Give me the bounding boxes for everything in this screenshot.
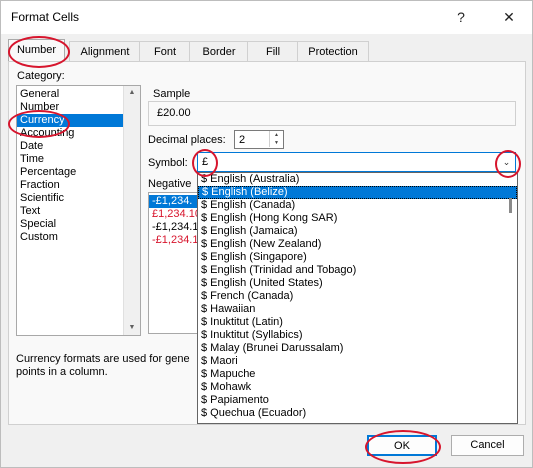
window-title: Format Cells	[11, 10, 80, 24]
decimal-places-stepper[interactable]: 2 ▲ ▼	[234, 130, 284, 149]
symbol-option[interactable]: $ Mapuche	[198, 368, 517, 381]
symbol-value: £	[202, 156, 209, 168]
symbol-option[interactable]: $ Maori	[198, 355, 517, 368]
symbol-option[interactable]: $ Malay (Brunei Darussalam)	[198, 342, 517, 355]
symbol-option[interactable]: $ English (New Zealand)	[198, 238, 517, 251]
sample-box: £20.00	[148, 101, 516, 126]
tab-number[interactable]: Number	[8, 39, 65, 63]
decimal-places-value: 2	[239, 134, 246, 146]
category-item-number[interactable]: Number	[17, 101, 140, 114]
description-line-2: points in a column.	[16, 366, 108, 378]
category-item-time[interactable]: Time	[17, 153, 140, 166]
symbol-option[interactable]: $ English (Singapore)	[198, 251, 517, 264]
spin-buttons[interactable]: ▲ ▼	[269, 131, 283, 147]
tab-protection[interactable]: Protection	[297, 41, 369, 62]
category-item-percentage[interactable]: Percentage	[17, 166, 140, 179]
scroll-down-icon[interactable]: ▼	[124, 321, 140, 335]
description-line-1: Currency formats are used for gene	[16, 353, 190, 365]
ok-button[interactable]: OK	[367, 435, 437, 456]
category-item-custom[interactable]: Custom	[17, 231, 140, 244]
symbol-option[interactable]: $ English (Australia)	[198, 173, 517, 186]
tab-font[interactable]: Font	[139, 41, 191, 62]
category-label: Category:	[17, 70, 65, 82]
tab-alignment[interactable]: Alignment	[69, 41, 141, 62]
category-item-scientific[interactable]: Scientific	[17, 192, 140, 205]
category-item-currency[interactable]: Currency	[17, 114, 140, 127]
sample-label: Sample	[153, 88, 191, 100]
symbol-option-highlighted[interactable]: $ English (Belize)	[198, 186, 517, 199]
decimal-places-label: Decimal places:	[148, 134, 226, 146]
category-list[interactable]: General Number Currency Accounting Date …	[16, 85, 141, 336]
symbol-option[interactable]: $ French (Canada)	[198, 290, 517, 303]
sample-value: £20.00	[157, 107, 191, 119]
symbol-select[interactable]: £ ⌄	[197, 152, 516, 172]
category-item-text[interactable]: Text	[17, 205, 140, 218]
category-item-fraction[interactable]: Fraction	[17, 179, 140, 192]
negative-numbers-list[interactable]: -£1,234. £1,234.10 -£1,234.1 -£1,234.1	[148, 192, 199, 334]
title-bar: Format Cells ? ✕	[1, 1, 532, 34]
tab-fill[interactable]: Fill	[247, 41, 299, 62]
symbol-label: Symbol:	[148, 157, 188, 169]
symbol-option[interactable]: $ English (Trinidad and Tobago)	[198, 264, 517, 277]
negative-format-3[interactable]: -£1,234.1	[149, 221, 199, 234]
symbol-option[interactable]: $ Papiamento	[198, 394, 517, 407]
category-scrollbar[interactable]: ▲ ▼	[123, 86, 140, 335]
symbol-option[interactable]: $ Inuktitut (Syllabics)	[198, 329, 517, 342]
chevron-down-icon[interactable]: ⌄	[498, 153, 515, 173]
negative-format-4[interactable]: -£1,234.1	[149, 234, 199, 247]
close-button[interactable]: ✕	[486, 1, 532, 34]
negative-format-1[interactable]: -£1,234.	[149, 195, 199, 208]
dropdown-scroll-thumb[interactable]	[509, 198, 512, 213]
scroll-up-icon[interactable]: ▲	[124, 86, 140, 100]
symbol-option[interactable]: $ English (Jamaica)	[198, 225, 517, 238]
cancel-button[interactable]: Cancel	[451, 435, 524, 456]
negative-format-2[interactable]: £1,234.10	[149, 208, 199, 221]
symbol-option[interactable]: $ Quechua (Ecuador)	[198, 407, 517, 420]
category-item-date[interactable]: Date	[17, 140, 140, 153]
negative-numbers-label: Negative	[148, 178, 192, 190]
symbol-option[interactable]: $ Hawaiian	[198, 303, 517, 316]
symbol-option[interactable]: $ Mohawk	[198, 381, 517, 394]
symbol-option[interactable]: $ English (United States)	[198, 277, 517, 290]
tab-border[interactable]: Border	[189, 41, 249, 62]
category-item-general[interactable]: General	[17, 88, 140, 101]
symbol-option[interactable]: $ English (Hong Kong SAR)	[198, 212, 517, 225]
category-item-accounting[interactable]: Accounting	[17, 127, 140, 140]
help-button[interactable]: ?	[438, 1, 484, 34]
category-item-special[interactable]: Special	[17, 218, 140, 231]
symbol-dropdown-list[interactable]: $ English (Australia) $ English (Belize)…	[197, 172, 518, 424]
symbol-option[interactable]: $ Inuktitut (Latin)	[198, 316, 517, 329]
symbol-option[interactable]: $ English (Canada)	[198, 199, 517, 212]
